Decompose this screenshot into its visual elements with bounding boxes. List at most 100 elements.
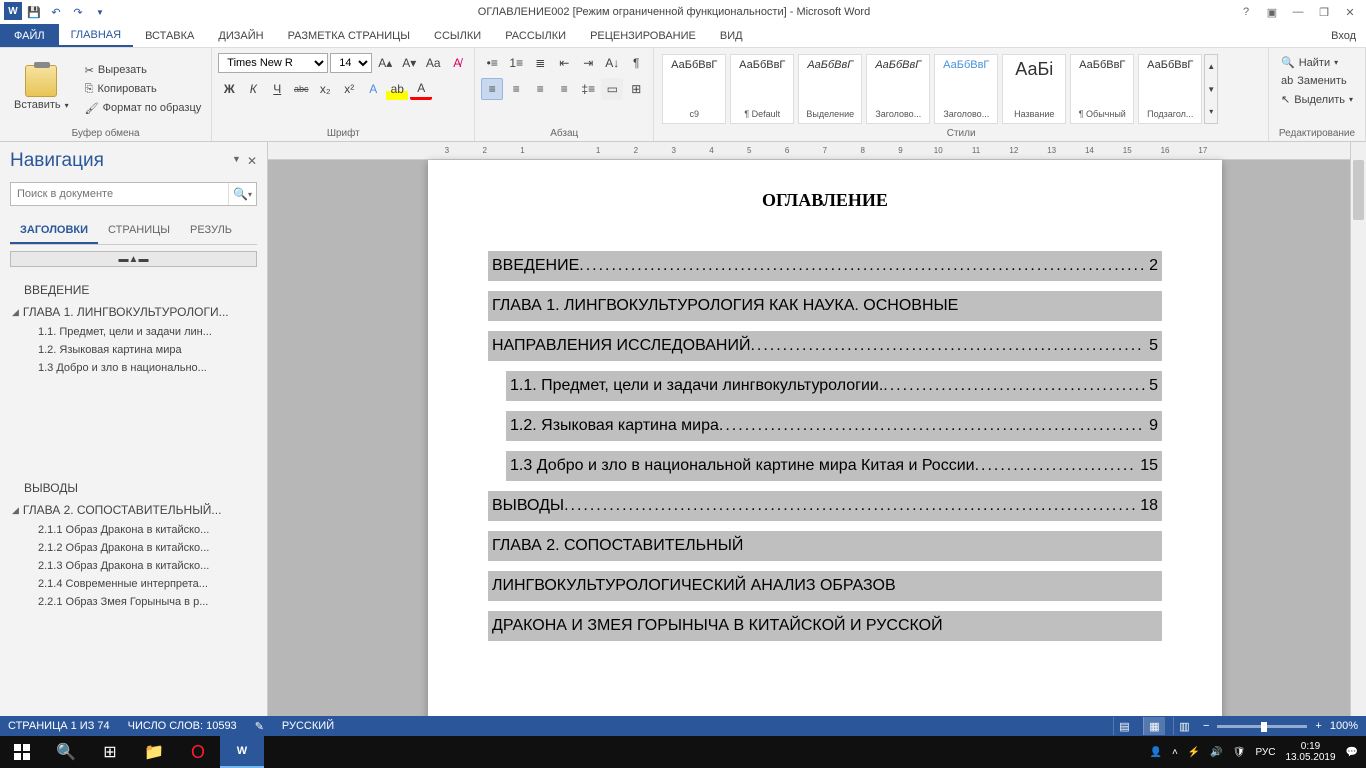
zoom-level[interactable]: 100% (1330, 720, 1358, 732)
outline-item[interactable]: 1.1. Предмет, цели и задачи лин... (10, 323, 257, 341)
action-center-icon[interactable]: 💬 (1346, 747, 1358, 758)
font-color-icon[interactable]: A (410, 78, 432, 100)
outline-item[interactable]: ВВЕДЕНИЕ (10, 279, 257, 301)
undo-icon[interactable]: ↶ (46, 2, 66, 22)
nav-search[interactable]: 🔍▾ (10, 182, 257, 206)
search-input[interactable] (11, 183, 228, 205)
font-name-select[interactable]: Times New R (218, 53, 328, 73)
status-page[interactable]: СТРАНИЦА 1 ИЗ 74 (8, 720, 110, 732)
style-item-3[interactable]: АаБбВвГЗаголово... (866, 54, 930, 124)
tab-layout[interactable]: РАЗМЕТКА СТРАНИЦЫ (276, 24, 422, 47)
toc-entry[interactable]: ДРАКОНА И ЗМЕЯ ГОРЫНЫЧА В КИТАЙСКОЙ И РУ… (488, 611, 1162, 641)
restore-icon[interactable]: ❐ (1312, 2, 1336, 22)
outline-item[interactable]: 2.1.4 Современные интерпрета... (10, 575, 257, 593)
show-marks-icon[interactable]: ¶ (625, 52, 647, 74)
strike-button[interactable]: abc (290, 78, 312, 100)
save-icon[interactable]: 💾 (24, 2, 44, 22)
outline-item[interactable]: 2.1.2 Образ Дракона в китайско... (10, 539, 257, 557)
status-word-count[interactable]: ЧИСЛО СЛОВ: 10593 (128, 720, 237, 732)
copy-button[interactable]: ⎘Копировать (81, 81, 206, 98)
numbering-icon[interactable]: 1≡ (505, 52, 527, 74)
outline-item[interactable]: 2.1.1 Образ Дракона в китайско... (10, 521, 257, 539)
minimize-icon[interactable]: — (1286, 2, 1310, 22)
find-button[interactable]: 🔍Найти ▾ (1277, 54, 1357, 71)
scrollbar-thumb[interactable] (1353, 160, 1364, 220)
italic-button[interactable]: К (242, 78, 264, 100)
people-icon[interactable]: 👤 (1150, 747, 1162, 758)
toc-entry[interactable]: 1.3 Добро и зло в национальной картине м… (506, 451, 1162, 481)
view-read-icon[interactable]: ▤ (1113, 717, 1135, 735)
sort-icon[interactable]: A↓ (601, 52, 623, 74)
format-painter-button[interactable]: 🖌Формат по образцу (81, 100, 206, 117)
style-item-0[interactable]: АаБбВвГс9 (662, 54, 726, 124)
paste-button[interactable]: Вставить ▾ (10, 97, 73, 113)
start-button[interactable] (0, 736, 44, 768)
toc-entry[interactable]: ЛИНГВОКУЛЬТУРОЛОГИЧЕСКИЙ АНАЛИЗ ОБРАЗОВ (488, 571, 1162, 601)
network-icon[interactable]: ⚡ (1188, 747, 1200, 758)
cut-button[interactable]: ✂Вырезать (81, 62, 206, 79)
close-icon[interactable]: ✕ (1338, 2, 1362, 22)
outline-item[interactable]: ВЫВОДЫ (10, 477, 257, 499)
zoom-out-button[interactable]: − (1203, 720, 1209, 732)
grow-font-icon[interactable]: A▴ (374, 52, 396, 74)
triangle-icon[interactable]: ◢ (12, 307, 19, 318)
nav-close-icon[interactable]: ✕ (247, 154, 257, 168)
word-taskbar-icon[interactable]: W (220, 736, 264, 768)
styles-scroll[interactable]: ▲▼▾ (1204, 54, 1218, 124)
nav-options-icon[interactable]: ▼ (232, 154, 241, 168)
qat-dropdown-icon[interactable]: ▼ (90, 2, 110, 22)
nav-tab-headings[interactable]: ЗАГОЛОВКИ (10, 218, 98, 244)
zoom-in-button[interactable]: + (1315, 720, 1321, 732)
text-effects-icon[interactable]: A (362, 78, 384, 100)
multilevel-icon[interactable]: ≣ (529, 52, 551, 74)
tab-file[interactable]: ФАЙЛ (0, 24, 59, 47)
bullets-icon[interactable]: •≡ (481, 52, 503, 74)
borders-icon[interactable]: ⊞ (625, 78, 647, 100)
style-item-6[interactable]: АаБбВвГ¶ Обычный (1070, 54, 1134, 124)
toc-entry[interactable]: ВВЕДЕНИЕ................................… (488, 251, 1162, 281)
align-center-icon[interactable]: ≡ (505, 78, 527, 100)
replace-button[interactable]: abЗаменить (1277, 73, 1357, 89)
view-web-icon[interactable]: ▥ (1173, 717, 1195, 735)
style-item-2[interactable]: АаБбВвГВыделение (798, 54, 862, 124)
redo-icon[interactable]: ↷ (68, 2, 88, 22)
outline-item[interactable]: 1.3 Добро и зло в национально... (10, 359, 257, 377)
tab-references[interactable]: ССЫЛКИ (422, 24, 493, 47)
align-right-icon[interactable]: ≡ (529, 78, 551, 100)
outline-item[interactable]: ◢ГЛАВА 1. ЛИНГВОКУЛЬТУРОЛОГИ... (10, 301, 257, 323)
defender-icon[interactable]: 🛡 (1233, 747, 1246, 758)
style-item-5[interactable]: АаБіНазвание (1002, 54, 1066, 124)
volume-icon[interactable]: 🔊 (1210, 747, 1222, 758)
toc-entry[interactable]: ГЛАВА 1. ЛИНГВОКУЛЬТУРОЛОГИЯ КАК НАУКА. … (488, 291, 1162, 321)
outline-item[interactable]: 1.2. Языковая картина мира (10, 341, 257, 359)
zoom-slider[interactable] (1217, 725, 1307, 728)
horizontal-ruler[interactable]: 3211234567891011121314151617 (268, 142, 1350, 160)
task-view-icon[interactable]: ⊞ (88, 736, 132, 768)
triangle-icon[interactable]: ◢ (12, 505, 19, 516)
clear-format-icon[interactable]: A̸ (446, 52, 468, 74)
nav-tab-pages[interactable]: СТРАНИЦЫ (98, 218, 180, 244)
toc-entry[interactable]: 1.2. Языковая картина мира .............… (506, 411, 1162, 441)
shading-icon[interactable]: ▭ (601, 78, 623, 100)
tray-language[interactable]: РУС (1255, 747, 1275, 758)
nav-tab-results[interactable]: РЕЗУЛЬ (180, 218, 242, 244)
increase-indent-icon[interactable]: ⇥ (577, 52, 599, 74)
change-case-icon[interactable]: Aa (422, 52, 444, 74)
shrink-font-icon[interactable]: A▾ (398, 52, 420, 74)
search-taskbar-icon[interactable]: 🔍 (44, 736, 88, 768)
tab-view[interactable]: ВИД (708, 24, 755, 47)
toc-entry[interactable]: 1.1. Предмет, цели и задачи лингвокульту… (506, 371, 1162, 401)
tray-chevron-icon[interactable]: ˄ (1172, 747, 1178, 758)
sign-in-link[interactable]: Вход (1321, 24, 1366, 47)
view-print-icon[interactable]: ▦ (1143, 717, 1165, 735)
help-icon[interactable]: ? (1234, 2, 1258, 22)
paste-icon[interactable] (25, 65, 57, 97)
highlight-icon[interactable]: ab (386, 78, 408, 100)
subscript-icon[interactable]: x₂ (314, 78, 336, 100)
superscript-icon[interactable]: x² (338, 78, 360, 100)
status-language[interactable]: РУССКИЙ (282, 720, 334, 732)
line-spacing-icon[interactable]: ‡≡ (577, 78, 599, 100)
outline-item[interactable]: 2.1.3 Образ Дракона в китайско... (10, 557, 257, 575)
clock[interactable]: 0:1913.05.2019 (1285, 741, 1335, 763)
toc-entry[interactable]: ВЫВОДЫ..................................… (488, 491, 1162, 521)
